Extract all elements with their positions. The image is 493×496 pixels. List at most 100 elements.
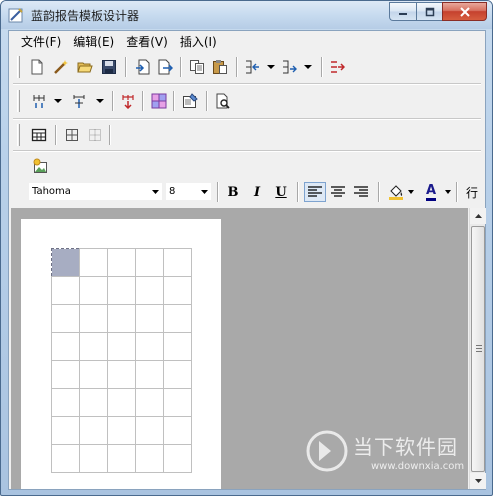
- separator: [180, 57, 182, 77]
- grid-cell[interactable]: [163, 388, 192, 417]
- grid-cell[interactable]: [51, 444, 80, 473]
- grid-cell[interactable]: [79, 248, 108, 277]
- underline-button[interactable]: U: [270, 182, 292, 202]
- report-page[interactable]: [21, 219, 221, 489]
- font-family-select[interactable]: Tahoma: [29, 183, 162, 200]
- grid-cell[interactable]: [79, 388, 108, 417]
- grid-cell[interactable]: [51, 388, 80, 417]
- template-grid[interactable]: [51, 248, 192, 473]
- grid-cell[interactable]: [163, 248, 192, 277]
- font-color-button[interactable]: A: [420, 182, 442, 202]
- save-button[interactable]: [99, 57, 119, 77]
- fill-color-button[interactable]: [386, 182, 406, 202]
- font-size-select[interactable]: 8: [166, 183, 211, 200]
- cell-color-button[interactable]: [149, 91, 169, 111]
- export-button[interactable]: [155, 57, 175, 77]
- delete-column-dropdown[interactable]: [304, 57, 312, 77]
- split-row-button[interactable]: [29, 91, 49, 111]
- grid-cell[interactable]: [51, 360, 80, 389]
- hide-grid-button[interactable]: [85, 125, 105, 145]
- menu-insert[interactable]: 插入(I): [174, 31, 223, 52]
- grid-cell[interactable]: [135, 360, 164, 389]
- grid-cell[interactable]: [107, 248, 136, 277]
- scroll-down-button[interactable]: [470, 473, 486, 489]
- bold-button[interactable]: B: [222, 182, 244, 202]
- grid-cell[interactable]: [163, 332, 192, 361]
- insert-image-button[interactable]: [30, 156, 50, 176]
- fill-color-dropdown[interactable]: [407, 182, 415, 202]
- paste-button[interactable]: [210, 57, 230, 77]
- grid-cell[interactable]: [107, 416, 136, 445]
- grid-cell[interactable]: [79, 416, 108, 445]
- properties-button[interactable]: [180, 91, 200, 111]
- grid-cell[interactable]: [135, 388, 164, 417]
- minimize-button[interactable]: [389, 2, 416, 21]
- grid-cell[interactable]: [135, 248, 164, 277]
- grid-cell[interactable]: [107, 276, 136, 305]
- insert-column-dropdown[interactable]: [267, 57, 275, 77]
- grid-cell[interactable]: [107, 360, 136, 389]
- new-button[interactable]: [27, 57, 47, 77]
- design-canvas[interactable]: [11, 208, 468, 489]
- copy-button[interactable]: [187, 57, 207, 77]
- split-row-dropdown[interactable]: [54, 91, 62, 111]
- delete-column-button[interactable]: [279, 57, 299, 77]
- grid-cell[interactable]: [51, 332, 80, 361]
- vertical-scrollbar[interactable]: [469, 208, 486, 489]
- grid-cell[interactable]: [163, 304, 192, 333]
- selected-grid-cell[interactable]: [51, 248, 80, 277]
- grid-cell[interactable]: [79, 360, 108, 389]
- grid-cell[interactable]: [163, 416, 192, 445]
- show-grid-button[interactable]: [62, 125, 82, 145]
- grid-cell[interactable]: [135, 276, 164, 305]
- table-layout-button[interactable]: [29, 125, 49, 145]
- close-button[interactable]: [442, 2, 487, 21]
- import-button[interactable]: [133, 57, 153, 77]
- toolbar-grip[interactable]: [17, 56, 20, 78]
- insert-row-button[interactable]: [118, 91, 138, 111]
- align-center-button[interactable]: [327, 182, 349, 202]
- grid-cell[interactable]: [135, 416, 164, 445]
- grid-cell[interactable]: [163, 276, 192, 305]
- grid-cell[interactable]: [163, 360, 192, 389]
- scroll-up-button[interactable]: [470, 208, 486, 224]
- grid-cell[interactable]: [107, 332, 136, 361]
- menu-edit[interactable]: 编辑(E): [67, 31, 120, 52]
- grid-cell[interactable]: [135, 444, 164, 473]
- grid-cell[interactable]: [51, 276, 80, 305]
- grid-cell[interactable]: [79, 332, 108, 361]
- grid-cell[interactable]: [135, 304, 164, 333]
- print-preview-button[interactable]: [213, 91, 233, 111]
- wizard-button[interactable]: [51, 57, 71, 77]
- grid-cell[interactable]: [51, 304, 80, 333]
- grid-table[interactable]: [51, 248, 192, 473]
- font-color-dropdown[interactable]: [444, 182, 452, 202]
- toolbar-grip[interactable]: [17, 90, 20, 112]
- italic-button[interactable]: I: [246, 182, 268, 202]
- dropdown-arrow-icon: [445, 190, 451, 194]
- line-button[interactable]: 行: [462, 182, 482, 202]
- menu-view[interactable]: 查看(V): [120, 31, 174, 52]
- grid-cell[interactable]: [163, 444, 192, 473]
- merge-row-button[interactable]: [69, 91, 89, 111]
- grid-cell[interactable]: [79, 444, 108, 473]
- grid-cell[interactable]: [51, 416, 80, 445]
- grid-cell[interactable]: [107, 304, 136, 333]
- print-preview-icon: [216, 93, 230, 109]
- title-bar[interactable]: 蓝韵报告模板设计器: [1, 1, 492, 29]
- merge-row-dropdown[interactable]: [96, 91, 104, 111]
- maximize-button[interactable]: [416, 2, 442, 21]
- scroll-thumb[interactable]: [471, 226, 485, 472]
- toolbar-grip[interactable]: [17, 124, 20, 146]
- menu-file[interactable]: 文件(F): [15, 31, 67, 52]
- grid-cell[interactable]: [135, 332, 164, 361]
- grid-cell[interactable]: [79, 276, 108, 305]
- grid-cell[interactable]: [79, 304, 108, 333]
- column-tool-button[interactable]: [327, 57, 347, 77]
- align-left-button[interactable]: [304, 182, 326, 202]
- insert-column-button[interactable]: [242, 57, 262, 77]
- open-button[interactable]: [75, 57, 95, 77]
- grid-cell[interactable]: [107, 388, 136, 417]
- align-right-button[interactable]: [350, 182, 372, 202]
- grid-cell[interactable]: [107, 444, 136, 473]
